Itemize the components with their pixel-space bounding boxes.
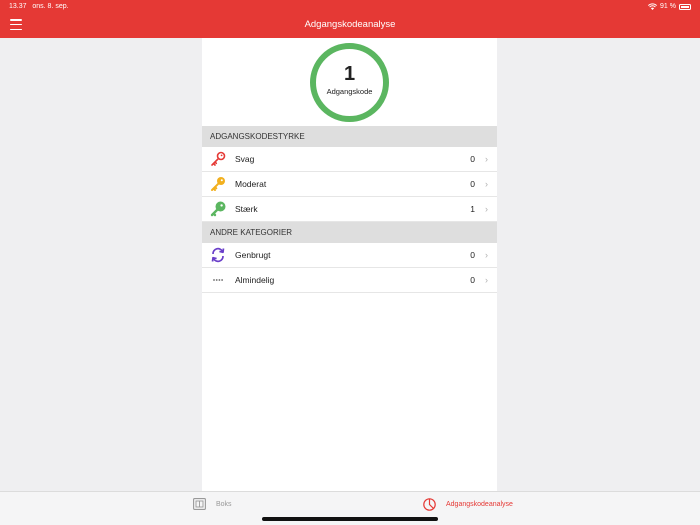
navigation-bar: 13.37 ons. 8. sep. 91 % Adgangskodeanaly… [0,0,700,38]
row-label: Moderat [235,179,267,189]
tab-label: Boks [216,500,232,508]
chevron-right-icon: › [485,154,488,164]
list-item-reused[interactable]: Genbrugt 0 › [202,243,497,268]
home-indicator[interactable] [262,517,438,521]
row-count: 0 [470,179,475,189]
chevron-right-icon: › [485,179,488,189]
row-label: Genbrugt [235,250,271,260]
vault-icon [193,498,206,510]
password-count-gauge: 1 Adgangskode [310,43,389,122]
chevron-right-icon: › [485,250,488,260]
battery-percentage: 91 % [660,3,676,10]
list-item-common[interactable]: Almindelig 0 › [202,268,497,293]
wifi-icon [648,3,657,10]
reuse-arrows-icon [211,247,225,263]
row-count: 1 [470,204,475,214]
section-header-strength: ADGANGSKODESTYRKE [202,126,497,147]
analysis-icon [423,498,436,511]
row-label: Stærk [235,204,258,214]
battery-icon [679,3,691,10]
row-count: 0 [470,275,475,285]
list-item-strong[interactable]: Stærk 1 › [202,197,497,222]
key-red-icon [211,151,226,166]
status-indicators: 91 % [648,3,691,10]
gauge-label: Adgangskode [326,87,373,96]
key-green-icon [210,201,226,217]
row-label: Svag [235,154,255,164]
page-title: Adgangskodeanalyse [304,19,396,30]
key-yellow-icon [211,177,225,191]
gauge-area: 1 Adgangskode [202,38,497,126]
chevron-right-icon: › [485,275,488,285]
gauge-count: 1 [343,63,356,85]
tab-analysis[interactable]: Adgangskodeanalyse [423,498,513,511]
section-header-other: ANDRE KATEGORIER [202,222,497,243]
chevron-right-icon: › [485,204,488,214]
status-time-date: 13.37 ons. 8. sep. [9,3,69,10]
row-count: 0 [470,250,475,260]
tab-boks[interactable]: Boks [193,498,232,510]
list-item-moderate[interactable]: Moderat 0 › [202,172,497,197]
analysis-panel: 1 Adgangskode ADGANGSKODESTYRKE Svag 0 ›… [202,38,497,491]
list-item-weak[interactable]: Svag 0 › [202,147,497,172]
row-label: Almindelig [235,275,275,285]
row-count: 0 [470,154,475,164]
dots-icon [213,279,223,281]
tab-label: Adgangskodeanalyse [446,501,513,508]
